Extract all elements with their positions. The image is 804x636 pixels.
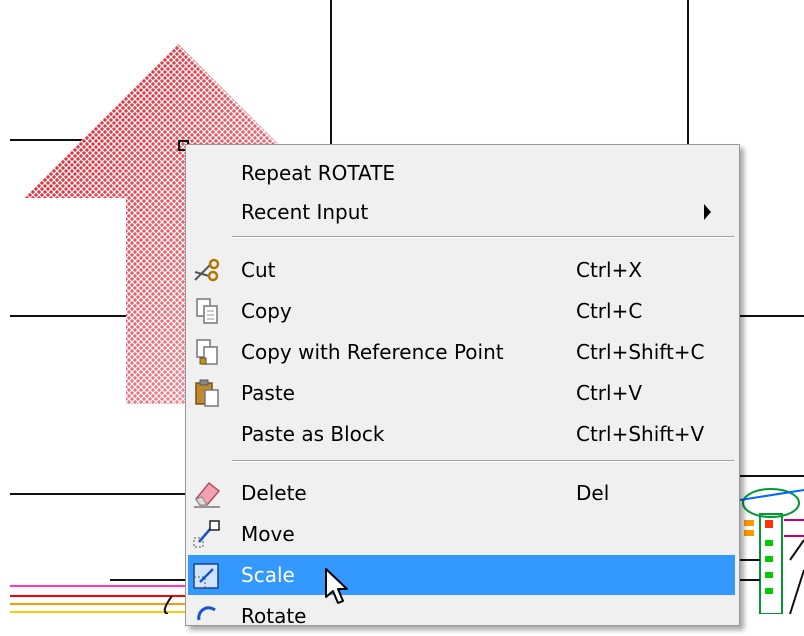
rotate-icon: [191, 600, 223, 632]
menu-item-label: Paste as Block: [241, 422, 385, 446]
menu-item-scale[interactable]: Scale: [188, 555, 735, 595]
menu-separator: [232, 236, 734, 238]
menu-item-label: Copy with Reference Point: [241, 340, 504, 364]
submenu-arrow-icon: [704, 204, 711, 220]
menu-item-label: Scale: [241, 563, 295, 587]
menu-item-move[interactable]: Move: [188, 514, 735, 554]
menu-item-label: Move: [241, 522, 295, 546]
paste-icon: [191, 377, 223, 409]
menu-item-paste-as-block[interactable]: Paste as Block Ctrl+Shift+V: [188, 414, 735, 454]
eraser-icon: [191, 477, 223, 509]
menu-item-label: Paste: [241, 381, 295, 405]
menu-separator: [232, 460, 734, 462]
menu-item-cut[interactable]: Cut Ctrl+X: [188, 250, 735, 290]
menu-item-copy-with-reference-point[interactable]: Copy with Reference Point Ctrl+Shift+C: [188, 332, 735, 372]
menu-item-shortcut: Ctrl+Shift+V: [576, 422, 705, 446]
menu-item-shortcut: Del: [576, 481, 610, 505]
scissors-icon: [191, 254, 223, 286]
cad-detail-objects: [739, 488, 804, 614]
menu-item-shortcut: Ctrl+C: [576, 299, 643, 323]
menu-item-paste[interactable]: Paste Ctrl+V: [188, 373, 735, 413]
menu-item-shortcut: Ctrl+X: [576, 258, 643, 282]
mouse-cursor-icon: [325, 568, 348, 604]
menu-item-label: Recent Input: [241, 200, 369, 224]
menu-item-label: Copy: [241, 299, 292, 323]
menu-item-repeat-rotate[interactable]: Repeat ROTATE: [188, 153, 735, 193]
copy-base-point-icon: [191, 336, 223, 368]
scale-icon: [191, 559, 223, 591]
menu-item-label: Delete: [241, 481, 307, 505]
menu-item-recent-input[interactable]: Recent Input: [188, 192, 735, 232]
copy-icon: [191, 295, 223, 327]
menu-item-shortcut: Ctrl+V: [576, 381, 643, 405]
menu-item-shortcut: Ctrl+Shift+C: [576, 340, 705, 364]
context-menu: Repeat ROTATE Recent Input Cut Ctrl+X Co…: [185, 144, 740, 628]
move-icon: [191, 518, 223, 550]
menu-item-rotate[interactable]: Rotate: [188, 596, 735, 636]
menu-item-label: Cut: [241, 258, 276, 282]
menu-item-label: Repeat ROTATE: [241, 161, 396, 185]
menu-item-copy[interactable]: Copy Ctrl+C: [188, 291, 735, 331]
menu-item-delete[interactable]: Delete Del: [188, 473, 735, 513]
colored-lines: [10, 579, 186, 614]
menu-item-label: Rotate: [241, 604, 307, 628]
